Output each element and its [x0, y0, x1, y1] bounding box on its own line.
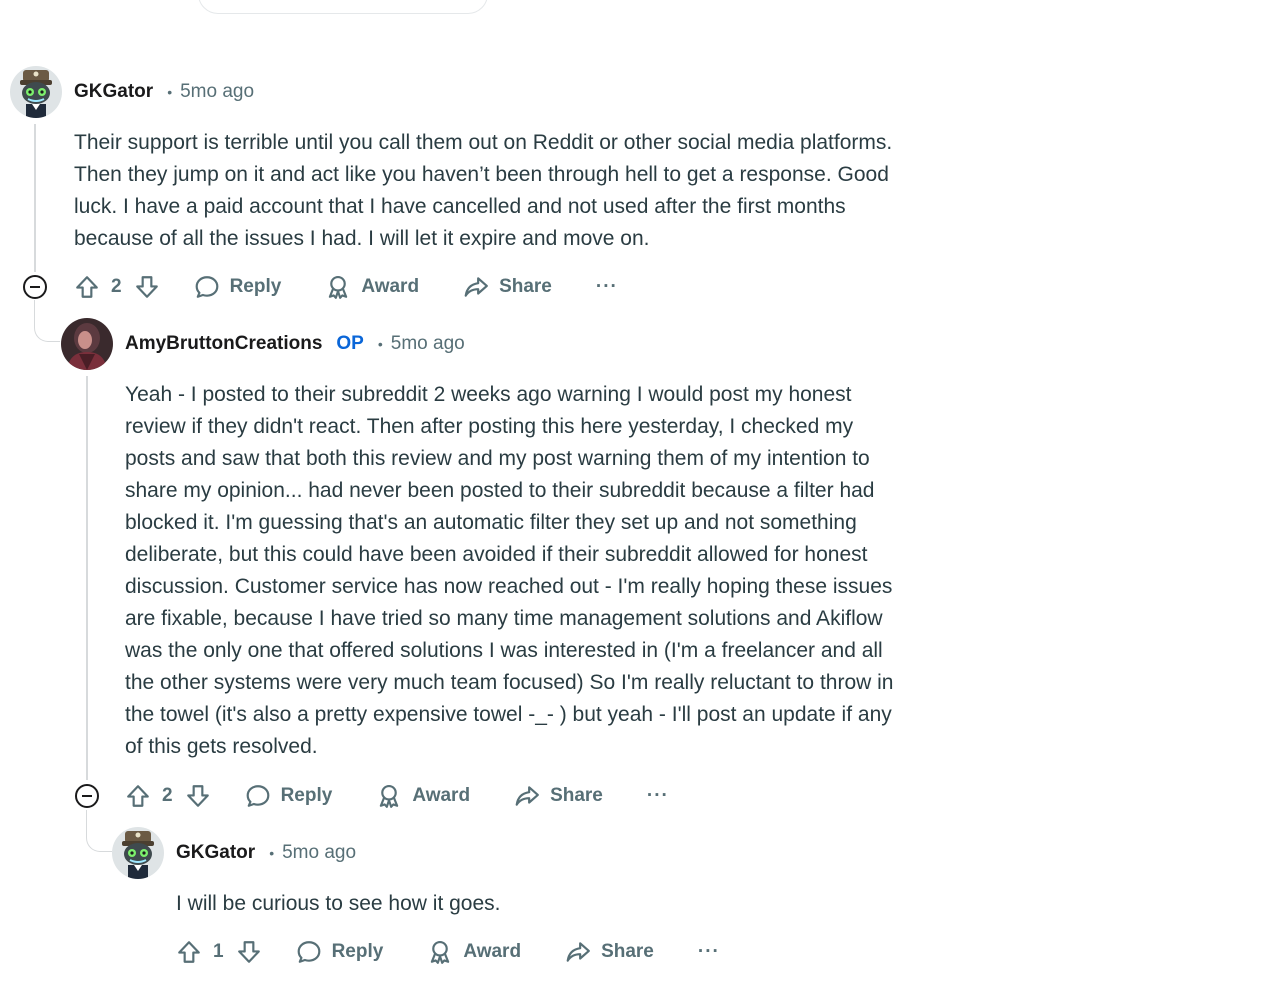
downvote-button[interactable] — [236, 939, 262, 965]
upvote-arrow-icon — [176, 939, 202, 965]
comment-body: I will be curious to see how it goes. — [176, 892, 501, 915]
award-label: Award — [412, 785, 471, 806]
reply-label: Reply — [331, 941, 384, 962]
more-options-button[interactable]: ··· — [698, 941, 720, 963]
avatar-image — [61, 318, 113, 370]
speech-bubble-icon — [194, 274, 220, 300]
avatar[interactable] — [61, 318, 113, 370]
comment-time[interactable]: 5mo ago — [180, 81, 254, 103]
previous-comment-box — [198, 0, 488, 14]
thread-line[interactable] — [86, 376, 88, 780]
meta-separator: • — [377, 336, 383, 352]
downvote-arrow-icon — [134, 274, 160, 300]
author-name[interactable]: AmyBruttonCreations — [125, 333, 322, 355]
award-button[interactable]: Award — [376, 783, 470, 809]
comment-actions: 2 Reply Award Share ··· — [74, 269, 618, 305]
reply-label: Reply — [280, 785, 333, 806]
share-button[interactable]: Share — [463, 274, 552, 300]
avatar[interactable] — [112, 827, 164, 879]
award-label: Award — [463, 941, 522, 962]
comment-time[interactable]: 5mo ago — [391, 333, 465, 355]
thread-line[interactable] — [34, 124, 36, 272]
reply-button[interactable]: Reply — [296, 939, 384, 965]
comment-meta: GKGator • 5mo ago — [74, 80, 254, 104]
award-ribbon-icon — [376, 783, 402, 809]
comment-time[interactable]: 5mo ago — [282, 842, 356, 864]
comment-meta: GKGator • 5mo ago — [176, 841, 356, 865]
op-badge: OP — [336, 333, 364, 354]
reply-button[interactable]: Reply — [245, 783, 333, 809]
thread-connector — [34, 300, 60, 342]
award-label: Award — [361, 276, 420, 297]
upvote-button[interactable] — [74, 274, 100, 300]
award-button[interactable]: Award — [325, 274, 419, 300]
comment-body: Their support is terrible until you call… — [74, 131, 893, 250]
comment-actions: 2 Reply Award Share ··· — [125, 778, 669, 814]
avatar[interactable] — [10, 66, 62, 118]
downvote-button[interactable] — [185, 783, 211, 809]
upvote-arrow-icon — [125, 783, 151, 809]
reply-label: Reply — [229, 276, 282, 297]
author-name[interactable]: GKGator — [74, 81, 153, 103]
award-ribbon-icon — [427, 939, 453, 965]
comment-actions: 1 Reply Award Share ··· — [176, 934, 720, 970]
share-button[interactable]: Share — [565, 939, 654, 965]
share-label: Share — [601, 941, 654, 962]
reply-button[interactable]: Reply — [194, 274, 282, 300]
vote-count: 2 — [162, 785, 173, 806]
award-ribbon-icon — [325, 274, 351, 300]
downvote-arrow-icon — [236, 939, 262, 965]
downvote-button[interactable] — [134, 274, 160, 300]
upvote-arrow-icon — [74, 274, 100, 300]
share-label: Share — [550, 785, 603, 806]
thread-connector — [86, 810, 112, 852]
comment-meta: AmyBruttonCreations OP • 5mo ago — [125, 332, 465, 356]
vote-count: 2 — [111, 276, 122, 297]
more-options-button[interactable]: ··· — [647, 785, 669, 807]
meta-separator: • — [269, 845, 275, 861]
comment-body: Yeah - I posted to their subreddit 2 wee… — [125, 383, 894, 758]
award-button[interactable]: Award — [427, 939, 521, 965]
share-button[interactable]: Share — [514, 783, 603, 809]
meta-separator: • — [167, 84, 173, 100]
upvote-button[interactable] — [125, 783, 151, 809]
downvote-arrow-icon — [185, 783, 211, 809]
share-arrow-icon — [565, 939, 591, 965]
vote-count: 1 — [213, 941, 224, 962]
share-arrow-icon — [463, 274, 489, 300]
author-name[interactable]: GKGator — [176, 842, 255, 864]
avatar-image — [10, 66, 62, 118]
share-arrow-icon — [514, 783, 540, 809]
upvote-button[interactable] — [176, 939, 202, 965]
avatar-image — [112, 827, 164, 879]
collapse-minus-icon[interactable] — [23, 275, 47, 299]
speech-bubble-icon — [296, 939, 322, 965]
collapse-minus-icon[interactable] — [75, 784, 99, 808]
speech-bubble-icon — [245, 783, 271, 809]
share-label: Share — [499, 276, 552, 297]
more-options-button[interactable]: ··· — [596, 276, 618, 298]
